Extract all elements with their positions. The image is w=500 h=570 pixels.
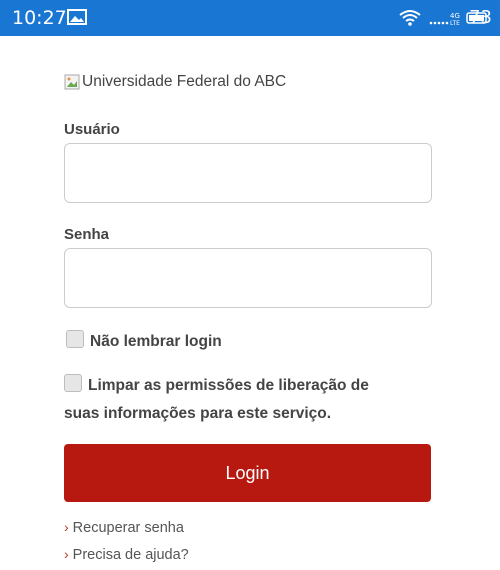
image-notification-icon bbox=[67, 9, 87, 25]
password-input[interactable] bbox=[64, 248, 432, 308]
clear-permissions-label-line1: Limpar as permissões de liberação de bbox=[88, 377, 369, 394]
cell-signal-icon: 4G LTE bbox=[429, 12, 460, 26]
password-label: Senha bbox=[64, 226, 110, 243]
clear-permissions-option[interactable]: Limpar as permissões de liberação de sua… bbox=[64, 372, 369, 428]
battery-level: 73 bbox=[469, 7, 492, 28]
no-remember-checkbox[interactable] bbox=[66, 330, 84, 348]
chevron-right-icon: › bbox=[64, 519, 69, 535]
no-remember-label: Não lembrar login bbox=[90, 333, 222, 350]
clear-permissions-checkbox[interactable] bbox=[64, 374, 82, 392]
username-label: Usuário bbox=[64, 121, 120, 138]
logo-alt-text: Universidade Federal do ABC bbox=[82, 73, 287, 90]
svg-text:LTE: LTE bbox=[450, 20, 460, 26]
clear-permissions-label-line2: suas informações para este serviço. bbox=[64, 405, 332, 422]
status-bar: 10:27 4G LTE 73 bbox=[0, 0, 500, 36]
need-help-text: Precisa de ajuda? bbox=[72, 547, 189, 563]
username-input[interactable] bbox=[64, 143, 432, 203]
recover-password-text: Recuperar senha bbox=[72, 520, 184, 536]
svg-text:4G: 4G bbox=[450, 12, 460, 20]
chevron-right-icon: › bbox=[64, 546, 69, 562]
wifi-icon bbox=[399, 10, 421, 26]
broken-image-icon bbox=[64, 74, 80, 90]
recover-password-link[interactable]: › Recuperar senha bbox=[64, 519, 184, 536]
status-time: 10:27 bbox=[12, 7, 67, 29]
no-remember-login-option[interactable]: Não lembrar login bbox=[66, 328, 222, 356]
need-help-link[interactable]: › Precisa de ajuda? bbox=[64, 546, 189, 563]
login-button[interactable]: Login bbox=[64, 444, 431, 502]
university-logo: Universidade Federal do ABC bbox=[64, 72, 286, 92]
